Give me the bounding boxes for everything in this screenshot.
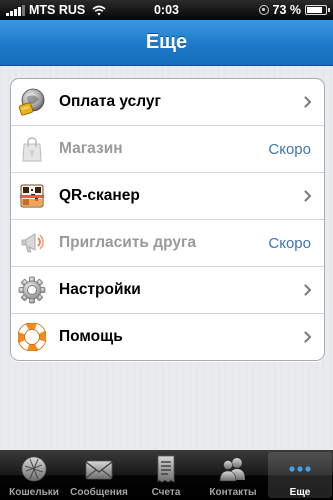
page-title: Еще <box>145 31 188 53</box>
menu-item-label: Помощь <box>59 328 123 345</box>
battery-icon <box>305 5 330 15</box>
content-area: Оплата услуг Магазин Скоро QR-сканер При… <box>0 66 333 450</box>
payment-coin-icon <box>18 88 45 116</box>
rotation-lock-icon <box>258 5 269 15</box>
tab-label: Еще <box>289 487 311 498</box>
menu-item-payment[interactable]: Оплата услуг <box>11 79 324 126</box>
invoice-icon <box>157 455 175 483</box>
battery-percent: 73 % <box>272 3 302 17</box>
tab-label: Контакты <box>209 487 257 498</box>
menu-item-settings[interactable]: Настройки <box>11 267 324 314</box>
menu-item-status: Скоро <box>268 234 311 252</box>
status-bar: MTS RUS 0:03 73 % <box>0 0 333 20</box>
tab-invoices[interactable]: Счета <box>134 452 198 498</box>
menu-item-help[interactable]: Помощь <box>11 314 324 360</box>
wallet-globe-icon <box>21 456 47 482</box>
shopping-bag-icon <box>22 137 42 162</box>
menu-item-status: Скоро <box>268 140 311 158</box>
gear-icon <box>18 276 46 304</box>
menu-list: Оплата услуг Магазин Скоро QR-сканер При… <box>10 78 325 361</box>
menu-item-label: Оплата услуг <box>59 93 161 110</box>
lifebuoy-icon <box>18 323 46 351</box>
chevron-right-icon <box>304 284 312 296</box>
megaphone-icon <box>21 233 44 253</box>
chevron-right-icon <box>304 96 312 108</box>
tab-label: Кошельки <box>9 487 59 498</box>
menu-item-qr-scanner[interactable]: QR-сканер <box>11 173 324 220</box>
tab-wallets[interactable]: Кошельки <box>2 452 66 498</box>
chevron-right-icon <box>304 190 312 202</box>
menu-item-invite-friend[interactable]: Пригласить друга Скоро <box>11 220 324 267</box>
tab-bar: Кошельки Сообщения Счета Контакты Еще <box>0 450 333 500</box>
envelope-icon <box>85 460 113 480</box>
more-dots-icon <box>289 466 311 472</box>
navigation-bar: Еще <box>0 20 333 66</box>
menu-item-shop[interactable]: Магазин Скоро <box>11 126 324 173</box>
tab-messages[interactable]: Сообщения <box>67 452 131 498</box>
menu-item-label: Настройки <box>59 281 141 298</box>
menu-item-label: QR-сканер <box>59 187 140 204</box>
tab-label: Счета <box>151 487 181 498</box>
menu-item-label: Пригласить друга <box>59 234 197 251</box>
tab-label: Сообщения <box>70 487 128 498</box>
tab-more[interactable]: Еще <box>268 452 332 498</box>
menu-item-label: Магазин <box>59 140 123 157</box>
tab-contacts[interactable]: Контакты <box>201 452 265 498</box>
chevron-right-icon <box>304 331 312 343</box>
contacts-icon <box>219 458 245 482</box>
qr-scanner-icon <box>20 184 44 208</box>
